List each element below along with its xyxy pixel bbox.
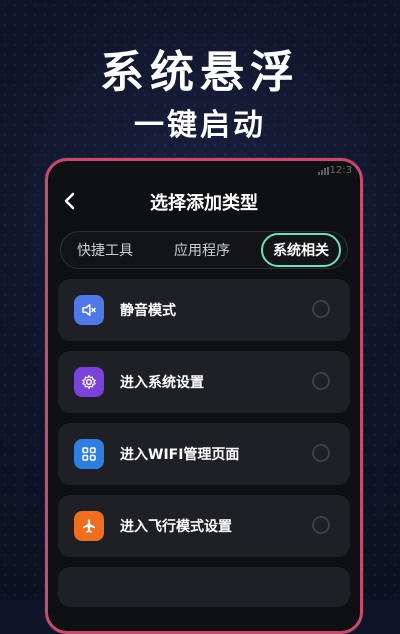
tab-system-related[interactable]: 系统相关 <box>261 233 341 267</box>
tab-shortcut-tools[interactable]: 快捷工具 <box>67 234 143 266</box>
tab-applications[interactable]: 应用程序 <box>164 234 240 266</box>
top-bar: 选择添加类型 <box>48 183 360 223</box>
grid-glyph <box>82 447 96 461</box>
radio-button[interactable] <box>312 300 330 318</box>
gear-icon <box>74 367 104 397</box>
list-item-airplane-mode[interactable]: 进入飞行模式设置 <box>58 495 350 557</box>
option-list: 静音模式 进入系统设置 进入WIFI管理页面 进入飞行模式设置 <box>48 269 360 607</box>
radio-button[interactable] <box>312 372 330 390</box>
list-item-mute-mode[interactable]: 静音模式 <box>58 279 350 341</box>
page-title: 选择添加类型 <box>150 193 258 214</box>
list-item-label: 进入飞行模式设置 <box>120 519 232 535</box>
signal-icon <box>318 167 329 175</box>
hero-title: 系统悬浮 <box>100 47 300 98</box>
radio-button[interactable] <box>312 444 330 462</box>
category-tabs: 快捷工具 应用程序 系统相关 <box>60 231 348 269</box>
status-time: 12:3 <box>329 165 352 176</box>
list-item-wifi-settings[interactable]: 进入WIFI管理页面 <box>58 423 350 485</box>
grid-icon <box>74 439 104 469</box>
list-item-partial <box>58 567 350 607</box>
airplane-icon <box>74 511 104 541</box>
list-item-system-settings[interactable]: 进入系统设置 <box>58 351 350 413</box>
airplane-glyph <box>83 519 95 533</box>
hero-subtitle: 一键启动 <box>134 108 266 143</box>
list-item-label: 进入系统设置 <box>120 375 204 391</box>
speaker-mute-icon <box>74 295 104 325</box>
gear-glyph <box>82 375 96 389</box>
radio-button[interactable] <box>312 516 330 534</box>
list-item-label: 静音模式 <box>120 303 176 319</box>
list-item-label: 进入WIFI管理页面 <box>120 447 240 463</box>
status-bar: 12:3 <box>48 161 360 183</box>
phone-mockup: 12:3 选择添加类型 快捷工具 应用程序 系统相关 静音模式 进入系统设置 进… <box>45 158 363 634</box>
speaker-mute-glyph <box>82 304 96 316</box>
